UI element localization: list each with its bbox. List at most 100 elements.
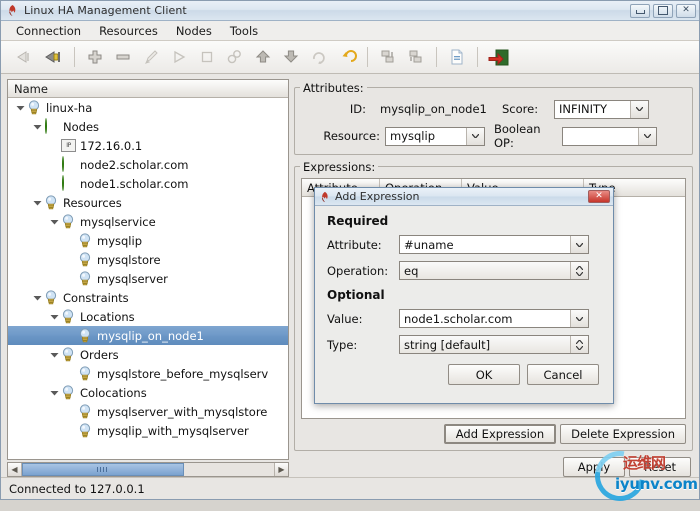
menu-nodes[interactable]: Nodes [167,22,221,40]
form-actions: Apply Reset [294,457,693,477]
type-value: string [default] [404,337,491,352]
remove-icon[interactable] [110,44,136,70]
close-button[interactable]: ✕ [676,3,696,18]
status-text: Connected to 127.0.0.1 [9,481,145,496]
tree-item[interactable]: Locations [8,307,288,326]
dialog-close-button[interactable]: ✕ [588,190,610,203]
tree-item-selected[interactable]: mysqlip_on_node1 [8,326,288,345]
tree-item[interactable]: Orders [8,345,288,364]
window-controls: ✕ [630,3,696,18]
tree-item-label: node1.scholar.com [80,176,189,191]
tree-item[interactable]: IP 172.16.0.1 [8,136,288,155]
tree-item[interactable]: node2.scholar.com [8,155,288,174]
tree-item[interactable]: mysqlstore [8,250,288,269]
exit-icon[interactable] [485,44,511,70]
chevron-down-icon[interactable] [570,236,588,253]
chevron-down-icon[interactable] [630,100,648,118]
bulb-icon [61,308,77,325]
bulb-icon [78,327,94,344]
expression-actions: Add Expression Delete Expression [301,424,686,444]
refresh-icon[interactable] [306,44,332,70]
tree-item[interactable]: mysqlstore_before_mysqlserv [8,364,288,383]
dialog-title-bar: Add Expression ✕ [315,188,613,206]
score-combobox[interactable]: INFINITY [554,99,649,119]
disconnect-icon[interactable] [13,44,39,70]
updown-chevron-icon[interactable] [570,336,588,353]
chevron-down-icon[interactable] [570,310,588,327]
manage-gears-icon[interactable] [222,44,248,70]
menu-connection[interactable]: Connection [7,22,90,40]
tree-item[interactable]: mysqlip [8,231,288,250]
move-up-icon[interactable] [250,44,276,70]
cleanup-brush-icon[interactable] [138,44,164,70]
tree-item-label: Locations [80,309,135,324]
tree-horizontal-scrollbar[interactable]: ◀ ▶ [7,462,289,477]
tree-item[interactable]: mysqlip_with_mysqlserver [8,421,288,440]
reset-button[interactable]: Reset [629,457,691,477]
scroll-thumb[interactable] [22,463,184,476]
chevron-down-icon[interactable] [48,345,61,364]
bulb-icon [78,403,94,420]
scroll-track[interactable] [22,463,274,476]
add-icon[interactable] [82,44,108,70]
tree-rows[interactable]: linux-ha Nodes IP 172.16.0.1 node2.scholar.c… [8,98,288,459]
undo-icon[interactable] [334,44,360,70]
menu-resources[interactable]: Resources [90,22,167,40]
attribute-row: Attribute: #uname [327,233,601,256]
stop-square-icon[interactable] [194,44,220,70]
minimize-button[interactable] [630,3,650,18]
chevron-down-icon[interactable] [31,117,44,136]
tree-item[interactable]: node1.scholar.com [8,174,288,193]
toolbar-separator [74,47,75,67]
tree-item[interactable]: linux-ha [8,98,288,117]
type-spinner[interactable]: string [default] [399,335,589,354]
move-down-icon[interactable] [278,44,304,70]
scroll-right-arrow[interactable]: ▶ [274,463,288,476]
chevron-down-icon[interactable] [48,307,61,326]
tree-item[interactable]: mysqlserver [8,269,288,288]
value-combobox[interactable]: node1.scholar.com [399,309,589,328]
cancel-button[interactable]: Cancel [527,364,599,385]
chevron-down-icon[interactable] [48,383,61,402]
unmigrate-icon[interactable] [403,44,429,70]
tree-item[interactable]: Resources [8,193,288,212]
chevron-down-icon[interactable] [31,288,44,307]
chevron-down-icon[interactable] [31,193,44,212]
migrate-icon[interactable] [375,44,401,70]
app-icon [319,191,331,203]
menu-tools[interactable]: Tools [221,22,267,40]
tree-item-label: linux-ha [46,100,93,115]
bulb-icon [78,232,94,249]
ok-button[interactable]: OK [448,364,520,385]
connect-icon[interactable] [41,44,67,70]
delete-expression-button[interactable]: Delete Expression [560,424,686,444]
maximize-button[interactable] [653,3,673,18]
operation-spinner[interactable]: eq [399,261,589,280]
tree-item[interactable]: mysqlservice [8,212,288,231]
app-icon [6,4,19,17]
resource-label: Resource: [323,129,380,143]
tree-item[interactable]: mysqlserver_with_mysqlstore [8,402,288,421]
tree-item[interactable]: Colocations [8,383,288,402]
resource-tree[interactable]: Name linux-ha Nodes IP 172.16.0.1 node2.scho… [7,79,289,460]
scroll-left-arrow[interactable]: ◀ [8,463,22,476]
boolean-op-combobox[interactable] [562,126,657,146]
document-icon[interactable] [444,44,470,70]
tree-item[interactable]: Constraints [8,288,288,307]
toolbar-separator [436,47,437,67]
updown-chevron-icon[interactable] [570,262,588,279]
apply-button[interactable]: Apply [563,457,625,477]
bulb-icon [78,270,94,287]
resource-combobox[interactable]: mysqlip [385,126,485,146]
add-expression-dialog[interactable]: Add Expression ✕ Required Attribute: #un… [314,187,614,404]
id-value: mysqlip_on_node1 [380,102,487,116]
chevron-down-icon[interactable] [48,212,61,231]
add-expression-button[interactable]: Add Expression [443,424,557,444]
chevron-down-icon[interactable] [638,127,656,145]
chevron-down-icon[interactable] [14,98,27,117]
tree-item[interactable]: Nodes [8,117,288,136]
attribute-combobox[interactable]: #uname [399,235,589,254]
chevron-down-icon[interactable] [466,127,484,145]
tree-item-label: Nodes [63,119,100,134]
start-play-icon[interactable] [166,44,192,70]
